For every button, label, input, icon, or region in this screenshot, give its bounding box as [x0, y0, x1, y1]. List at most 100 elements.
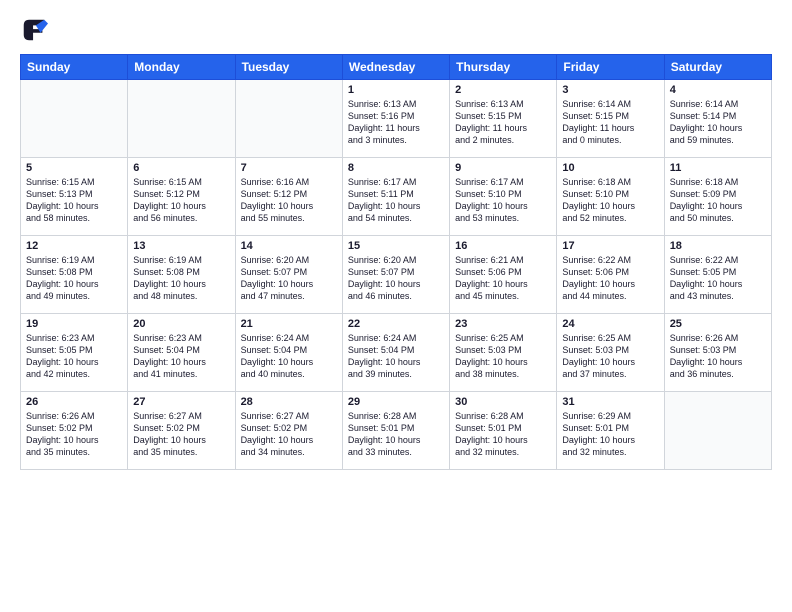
calendar-cell: 11 Sunrise: 6:18 AM Sunset: 5:09 PM Dayli… [664, 158, 771, 236]
day-number: 31 [562, 396, 658, 408]
calendar: SundayMondayTuesdayWednesdayThursdayFrid… [20, 54, 772, 470]
calendar-cell: 3 Sunrise: 6:14 AM Sunset: 5:15 PM Daylig… [557, 80, 664, 158]
day-info: Sunrise: 6:29 AM Sunset: 5:01 PM Dayligh… [562, 410, 658, 459]
day-info: Sunrise: 6:20 AM Sunset: 5:07 PM Dayligh… [348, 254, 444, 303]
calendar-cell: 7 Sunrise: 6:16 AM Sunset: 5:12 PM Daylig… [235, 158, 342, 236]
day-info: Sunrise: 6:26 AM Sunset: 5:02 PM Dayligh… [26, 410, 122, 459]
calendar-cell: 14 Sunrise: 6:20 AM Sunset: 5:07 PM Dayli… [235, 236, 342, 314]
week-row-5: 26 Sunrise: 6:26 AM Sunset: 5:02 PM Dayli… [21, 392, 772, 470]
day-info: Sunrise: 6:19 AM Sunset: 5:08 PM Dayligh… [26, 254, 122, 303]
day-info: Sunrise: 6:17 AM Sunset: 5:11 PM Dayligh… [348, 176, 444, 225]
calendar-cell: 13 Sunrise: 6:19 AM Sunset: 5:08 PM Dayli… [128, 236, 235, 314]
day-info: Sunrise: 6:14 AM Sunset: 5:14 PM Dayligh… [670, 98, 766, 147]
weekday-header-row: SundayMondayTuesdayWednesdayThursdayFrid… [21, 55, 772, 80]
day-info: Sunrise: 6:24 AM Sunset: 5:04 PM Dayligh… [348, 332, 444, 381]
calendar-cell: 20Sunrise: 6:23 AM Sunset: 5:04 PM Dayli… [128, 314, 235, 392]
day-info: Sunrise: 6:19 AM Sunset: 5:08 PM Dayligh… [133, 254, 229, 303]
day-info: Sunrise: 6:15 AM Sunset: 5:13 PM Dayligh… [26, 176, 122, 225]
calendar-cell: 8 Sunrise: 6:17 AM Sunset: 5:11 PM Daylig… [342, 158, 449, 236]
calendar-cell: 27 Sunrise: 6:27 AM Sunset: 5:02 PM Dayli… [128, 392, 235, 470]
day-number: 3 [562, 84, 658, 96]
day-number: 14 [241, 240, 337, 252]
weekday-header-wednesday: Wednesday [342, 55, 449, 80]
calendar-cell: 22 Sunrise: 6:24 AM Sunset: 5:04 PM Dayli… [342, 314, 449, 392]
day-number: 6 [133, 162, 229, 174]
day-info: Sunrise: 6:27 AM Sunset: 5:02 PM Dayligh… [241, 410, 337, 459]
day-number: 24 [562, 318, 658, 330]
day-info: Sunrise: 6:17 AM Sunset: 5:10 PM Dayligh… [455, 176, 551, 225]
weekday-header-saturday: Saturday [664, 55, 771, 80]
day-number: 1 [348, 84, 444, 96]
logo-icon [20, 16, 48, 44]
calendar-cell: 19Sunrise: 6:23 AM Sunset: 5:05 PM Dayli… [21, 314, 128, 392]
day-number: 18 [670, 240, 766, 252]
calendar-cell: 29 Sunrise: 6:28 AM Sunset: 5:01 PM Dayli… [342, 392, 449, 470]
day-number: 13 [133, 240, 229, 252]
calendar-cell: 26 Sunrise: 6:26 AM Sunset: 5:02 PM Dayli… [21, 392, 128, 470]
day-number: 10 [562, 162, 658, 174]
day-info: Sunrise: 6:20 AM Sunset: 5:07 PM Dayligh… [241, 254, 337, 303]
day-number: 19 [26, 318, 122, 330]
calendar-cell [664, 392, 771, 470]
day-number: 8 [348, 162, 444, 174]
day-info: Sunrise: 6:18 AM Sunset: 5:09 PM Dayligh… [670, 176, 766, 225]
calendar-cell: 15Sunrise: 6:20 AM Sunset: 5:07 PM Dayli… [342, 236, 449, 314]
day-info: Sunrise: 6:18 AM Sunset: 5:10 PM Dayligh… [562, 176, 658, 225]
day-number: 9 [455, 162, 551, 174]
day-info: Sunrise: 6:22 AM Sunset: 5:05 PM Dayligh… [670, 254, 766, 303]
week-row-3: 12 Sunrise: 6:19 AM Sunset: 5:08 PM Dayli… [21, 236, 772, 314]
day-number: 30 [455, 396, 551, 408]
calendar-cell: 18 Sunrise: 6:22 AM Sunset: 5:05 PM Dayli… [664, 236, 771, 314]
calendar-cell: 21 Sunrise: 6:24 AM Sunset: 5:04 PM Dayli… [235, 314, 342, 392]
day-info: Sunrise: 6:13 AM Sunset: 5:15 PM Dayligh… [455, 98, 551, 147]
day-number: 5 [26, 162, 122, 174]
day-info: Sunrise: 6:21 AM Sunset: 5:06 PM Dayligh… [455, 254, 551, 303]
calendar-cell: 12 Sunrise: 6:19 AM Sunset: 5:08 PM Dayli… [21, 236, 128, 314]
calendar-cell: 25 Sunrise: 6:26 AM Sunset: 5:03 PM Dayli… [664, 314, 771, 392]
day-info: Sunrise: 6:13 AM Sunset: 5:16 PM Dayligh… [348, 98, 444, 147]
weekday-header-thursday: Thursday [450, 55, 557, 80]
day-number: 17 [562, 240, 658, 252]
day-info: Sunrise: 6:14 AM Sunset: 5:15 PM Dayligh… [562, 98, 658, 147]
calendar-cell [128, 80, 235, 158]
calendar-cell: 31 Sunrise: 6:29 AM Sunset: 5:01 PM Dayli… [557, 392, 664, 470]
day-number: 7 [241, 162, 337, 174]
calendar-cell: 23 Sunrise: 6:25 AM Sunset: 5:03 PM Dayli… [450, 314, 557, 392]
calendar-cell: 1 Sunrise: 6:13 AM Sunset: 5:16 PM Daylig… [342, 80, 449, 158]
calendar-cell: 5 Sunrise: 6:15 AM Sunset: 5:13 PM Daylig… [21, 158, 128, 236]
day-info: Sunrise: 6:16 AM Sunset: 5:12 PM Dayligh… [241, 176, 337, 225]
calendar-cell [235, 80, 342, 158]
day-number: 26 [26, 396, 122, 408]
day-number: 27 [133, 396, 229, 408]
day-info: Sunrise: 6:25 AM Sunset: 5:03 PM Dayligh… [562, 332, 658, 381]
header [20, 16, 772, 44]
calendar-cell: 9 Sunrise: 6:17 AM Sunset: 5:10 PM Daylig… [450, 158, 557, 236]
day-number: 21 [241, 318, 337, 330]
calendar-cell: 17 Sunrise: 6:22 AM Sunset: 5:06 PM Dayli… [557, 236, 664, 314]
day-info: Sunrise: 6:25 AM Sunset: 5:03 PM Dayligh… [455, 332, 551, 381]
day-info: Sunrise: 6:22 AM Sunset: 5:06 PM Dayligh… [562, 254, 658, 303]
day-info: Sunrise: 6:24 AM Sunset: 5:04 PM Dayligh… [241, 332, 337, 381]
calendar-cell: 30 Sunrise: 6:28 AM Sunset: 5:01 PM Dayli… [450, 392, 557, 470]
day-number: 25 [670, 318, 766, 330]
calendar-cell: 4Sunrise: 6:14 AM Sunset: 5:14 PM Daylig… [664, 80, 771, 158]
day-number: 11 [670, 162, 766, 174]
day-number: 22 [348, 318, 444, 330]
day-number: 23 [455, 318, 551, 330]
weekday-header-friday: Friday [557, 55, 664, 80]
day-number: 28 [241, 396, 337, 408]
calendar-cell: 28 Sunrise: 6:27 AM Sunset: 5:02 PM Dayli… [235, 392, 342, 470]
day-number: 12 [26, 240, 122, 252]
day-info: Sunrise: 6:23 AM Sunset: 5:04 PM Dayligh… [133, 332, 229, 381]
day-info: Sunrise: 6:28 AM Sunset: 5:01 PM Dayligh… [348, 410, 444, 459]
day-info: Sunrise: 6:26 AM Sunset: 5:03 PM Dayligh… [670, 332, 766, 381]
day-number: 16 [455, 240, 551, 252]
calendar-cell: 10 Sunrise: 6:18 AM Sunset: 5:10 PM Dayli… [557, 158, 664, 236]
day-info: Sunrise: 6:28 AM Sunset: 5:01 PM Dayligh… [455, 410, 551, 459]
day-number: 2 [455, 84, 551, 96]
day-info: Sunrise: 6:15 AM Sunset: 5:12 PM Dayligh… [133, 176, 229, 225]
day-info: Sunrise: 6:27 AM Sunset: 5:02 PM Dayligh… [133, 410, 229, 459]
day-number: 29 [348, 396, 444, 408]
page-container: SundayMondayTuesdayWednesdayThursdayFrid… [0, 0, 792, 480]
logo [20, 16, 52, 44]
